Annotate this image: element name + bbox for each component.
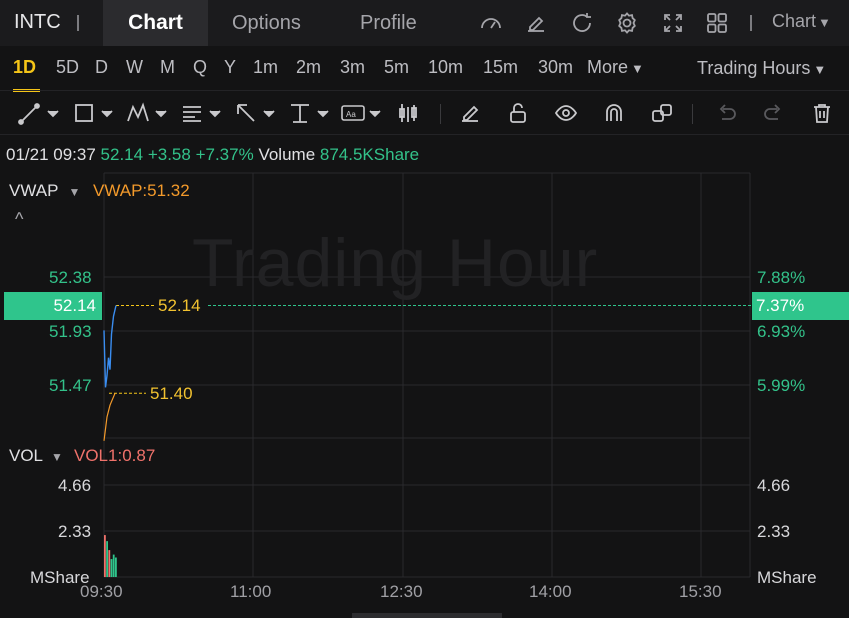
vol-value: VOL1:0.87 (74, 446, 156, 465)
volume-axis-label: 2.33 (757, 522, 791, 541)
time-axis-label: 12:30 (380, 582, 423, 601)
vwap-value: VWAP:51.32 (93, 181, 190, 200)
current-change-tag: 7.37% (752, 292, 849, 320)
price-series-line (103, 305, 117, 388)
volume-bar (115, 557, 117, 577)
vol-indicator-dropdown[interactable]: VOL ▼ (9, 446, 63, 466)
trading-hour-watermark: Trading Hour (192, 225, 599, 301)
volume-axis-label: 2.33 (58, 522, 92, 541)
vwap-series-line (103, 393, 116, 441)
volume-axis-label: 4.66 (757, 476, 791, 495)
volume-unit-label: MShare (757, 568, 817, 587)
time-axis-label: 15:30 (679, 582, 722, 601)
percent-axis-label: 5.99% (757, 376, 806, 395)
volume-bar (112, 554, 115, 577)
volume-bar (108, 550, 111, 577)
price-line-label: 52.14 (158, 296, 201, 315)
price-axis-label: 52.38 (49, 268, 92, 287)
vwap-indicator-name: VWAP (9, 181, 59, 200)
collapse-chevron-icon[interactable]: ^ (15, 209, 23, 230)
caret-down-icon: ▼ (51, 450, 63, 464)
price-lines (103, 304, 752, 441)
current-price-tag: 52.14 (4, 292, 102, 320)
volume-bar (106, 541, 108, 577)
percent-axis-label: 6.93% (757, 322, 806, 341)
price-axis-label: 51.47 (49, 376, 92, 395)
intraday-chart[interactable] (0, 0, 849, 618)
percent-axis-label: 7.88% (757, 268, 806, 287)
time-axis-label: 09:30 (80, 582, 123, 601)
time-axis-label: 14:00 (529, 582, 572, 601)
volume-axis-label: 4.66 (58, 476, 92, 495)
volume-bar (104, 535, 106, 577)
vwap-indicator-dropdown[interactable]: VWAP ▼ (9, 181, 80, 201)
time-axis-label: 11:00 (230, 582, 272, 601)
vwap-line-label: 51.40 (150, 384, 193, 403)
volume-bar (110, 559, 113, 577)
price-axis-label: 51.93 (49, 322, 92, 341)
vol-indicator-name: VOL (9, 446, 44, 465)
caret-down-icon: ▼ (68, 185, 81, 199)
chart-scrollbar[interactable] (352, 613, 502, 618)
volume-bars (104, 535, 117, 577)
